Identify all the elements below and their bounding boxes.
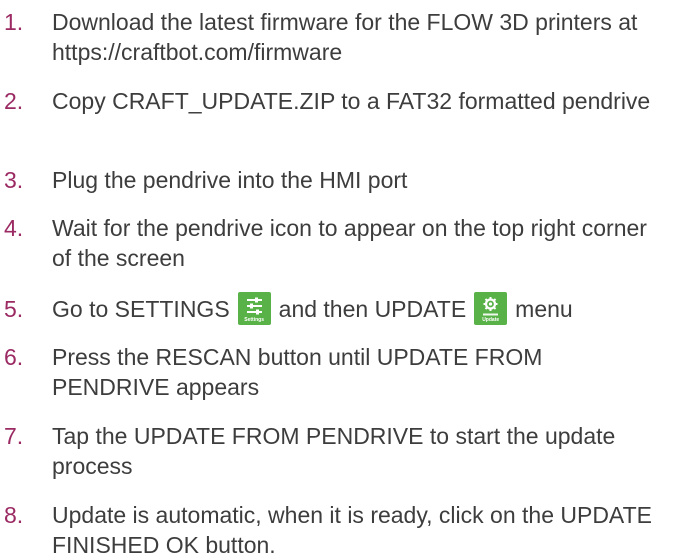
step-number: 1. bbox=[4, 9, 24, 35]
step-text: Press the RESCAN button until UPDATE FRO… bbox=[52, 344, 543, 400]
step-text-part: Go to SETTINGS bbox=[52, 296, 230, 322]
step-text: Plug the pendrive into the HMI port bbox=[52, 167, 408, 193]
step-text: Go to SETTINGS Settings and then UPDATE bbox=[52, 292, 662, 326]
update-gear-icon: Update bbox=[474, 292, 508, 326]
step-number: 7. bbox=[4, 423, 24, 449]
step-number: 2. bbox=[4, 88, 24, 114]
step-8: 8. Update is automatic, when it is ready… bbox=[0, 500, 675, 560]
step-1: 1. Download the latest firmware for the … bbox=[0, 7, 675, 67]
step-text: Wait for the pendrive icon to appear on … bbox=[52, 215, 647, 271]
step-text: Update is automatic, when it is ready, c… bbox=[52, 502, 652, 558]
step-number: 5. bbox=[4, 296, 24, 322]
step-2: 2. Copy CRAFT_UPDATE.ZIP to a FAT32 form… bbox=[0, 86, 675, 116]
update-icon-caption: Update bbox=[482, 317, 500, 324]
settings-sliders-icon: Settings bbox=[237, 292, 271, 326]
step-number: 3. bbox=[4, 167, 24, 193]
step-number: 6. bbox=[4, 344, 24, 370]
step-text: Copy CRAFT_UPDATE.ZIP to a FAT32 formatt… bbox=[52, 88, 651, 114]
step-text-part: menu bbox=[515, 296, 573, 322]
step-text-part: and then UPDATE bbox=[278, 296, 467, 322]
step-text: Tap the UPDATE FROM PENDRIVE to start th… bbox=[52, 423, 616, 479]
step-text: Download the latest firmware for the FLO… bbox=[52, 9, 638, 65]
step-number: 8. bbox=[4, 502, 24, 528]
step-3: 3. Plug the pendrive into the HMI port bbox=[0, 165, 675, 195]
step-4: 4. Wait for the pendrive icon to appear … bbox=[0, 213, 675, 273]
step-7: 7. Tap the UPDATE FROM PENDRIVE to start… bbox=[0, 421, 675, 481]
firmware-update-steps: 1. Download the latest firmware for the … bbox=[0, 0, 675, 558]
step-number: 4. bbox=[4, 215, 24, 241]
step-6: 6. Press the RESCAN button until UPDATE … bbox=[0, 342, 675, 402]
step-5: 5. Go to SETTINGS Settings and then UPDA… bbox=[0, 292, 675, 326]
settings-icon-caption: Settings bbox=[244, 317, 265, 324]
